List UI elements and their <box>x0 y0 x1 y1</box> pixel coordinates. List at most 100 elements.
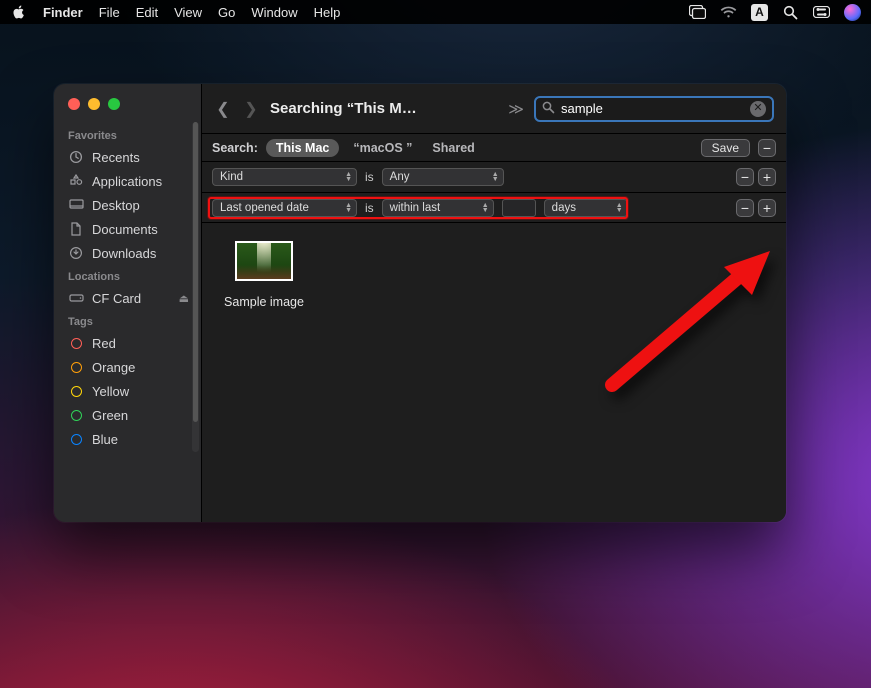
criteria-row: Last opened date ▲▼ is within last ▲▼ da… <box>202 192 786 222</box>
search-icon <box>542 101 555 117</box>
apple-menu[interactable] <box>10 4 27 21</box>
criteria-row: Kind ▲▼ is Any ▲▼ − + <box>202 162 786 192</box>
criteria-number-input[interactable] <box>502 199 536 217</box>
file-thumbnail <box>235 241 293 281</box>
sidebar-tag-green[interactable]: Green <box>54 403 199 427</box>
downloads-icon <box>68 245 84 261</box>
tag-dot-icon <box>68 359 84 375</box>
chevron-updown-icon: ▲▼ <box>616 203 623 213</box>
sidebar-item-label: Recents <box>92 150 140 165</box>
add-criteria-button[interactable]: + <box>758 199 776 217</box>
popup-value: Any <box>390 171 410 183</box>
menu-edit[interactable]: Edit <box>136 5 158 20</box>
menu-file[interactable]: File <box>99 5 120 20</box>
sidebar-scrollbar[interactable] <box>192 122 199 452</box>
eject-icon[interactable]: ⏏ <box>179 292 189 305</box>
siri-icon[interactable] <box>844 4 861 21</box>
zoom-button[interactable] <box>108 98 120 110</box>
criteria-attr-popup[interactable]: Kind ▲▼ <box>212 168 357 186</box>
menu-help[interactable]: Help <box>314 5 341 20</box>
sidebar: Favorites Recents Applications Desktop D… <box>54 84 202 522</box>
criteria-value-popup[interactable]: within last ▲▼ <box>382 199 494 217</box>
sidebar-tag-blue[interactable]: Blue <box>54 427 199 451</box>
popup-value: days <box>552 202 576 214</box>
sidebar-item-documents[interactable]: Documents <box>54 217 199 241</box>
sidebar-item-recents[interactable]: Recents <box>54 145 199 169</box>
chevron-updown-icon: ▲▼ <box>345 172 352 182</box>
criteria-attr-popup[interactable]: Last opened date ▲▼ <box>212 199 357 217</box>
minimize-button[interactable] <box>88 98 100 110</box>
nav-back-button[interactable]: ❮ <box>214 99 232 119</box>
apps-icon <box>68 173 84 189</box>
remove-criteria-button[interactable]: − <box>736 168 754 186</box>
sidebar-item-label: Downloads <box>92 246 156 261</box>
toolbar-overflow-button[interactable]: ≫ <box>508 100 524 118</box>
add-criteria-button[interactable]: + <box>758 168 776 186</box>
tag-dot-icon <box>68 407 84 423</box>
criteria-value-popup[interactable]: Any ▲▼ <box>382 168 504 186</box>
sidebar-heading-tags: Tags <box>54 310 199 331</box>
sidebar-item-label: Applications <box>92 174 162 189</box>
sidebar-tag-red[interactable]: Red <box>54 331 199 355</box>
sidebar-item-label: Red <box>92 336 116 351</box>
sidebar-tag-orange[interactable]: Orange <box>54 355 199 379</box>
clock-icon <box>68 149 84 165</box>
criteria-op: is <box>365 201 374 215</box>
tag-dot-icon <box>68 335 84 351</box>
spotlight-icon[interactable] <box>782 4 799 21</box>
wifi-icon[interactable] <box>720 4 737 21</box>
menu-window[interactable]: Window <box>251 5 297 20</box>
save-search-button[interactable]: Save <box>701 139 750 157</box>
doc-icon <box>68 221 84 237</box>
chevron-updown-icon: ▲▼ <box>492 172 499 182</box>
screen-mirroring-icon[interactable] <box>689 4 706 21</box>
search-input[interactable] <box>561 101 744 116</box>
remove-criteria-button[interactable]: − <box>736 199 754 217</box>
input-source-icon[interactable]: A <box>751 4 768 21</box>
sidebar-item-applications[interactable]: Applications <box>54 169 199 193</box>
window-title: Searching “This M… <box>270 100 417 117</box>
scope-current-dir[interactable]: “macOS ” <box>347 139 418 157</box>
file-name: Sample image <box>216 295 312 309</box>
scope-this-mac[interactable]: This Mac <box>266 139 340 157</box>
menu-go[interactable]: Go <box>218 5 235 20</box>
criteria-unit-popup[interactable]: days ▲▼ <box>544 199 628 217</box>
chevron-updown-icon: ▲▼ <box>345 203 352 213</box>
content-area: ❮ ❯ Searching “This M… ≫ ✕ Search: This … <box>202 84 786 522</box>
sidebar-item-downloads[interactable]: Downloads <box>54 241 199 265</box>
close-button[interactable] <box>68 98 80 110</box>
sidebar-heading-favorites: Favorites <box>54 124 199 145</box>
drive-icon <box>68 290 84 306</box>
chevron-updown-icon: ▲▼ <box>482 203 489 213</box>
sidebar-item-cfcard[interactable]: CF Card ⏏ <box>54 286 199 310</box>
sidebar-item-label: Blue <box>92 432 118 447</box>
search-field[interactable]: ✕ <box>534 96 774 122</box>
scope-shared[interactable]: Shared <box>426 139 480 157</box>
scope-label: Search: <box>212 141 258 155</box>
window-controls <box>54 94 199 124</box>
tag-dot-icon <box>68 383 84 399</box>
sidebar-item-label: Orange <box>92 360 135 375</box>
popup-value: Last opened date <box>220 202 309 214</box>
finder-window: Favorites Recents Applications Desktop D… <box>54 84 786 522</box>
popup-value: within last <box>390 202 441 214</box>
sidebar-item-desktop[interactable]: Desktop <box>54 193 199 217</box>
sidebar-item-label: CF Card <box>92 291 141 306</box>
nav-forward-button[interactable]: ❯ <box>242 99 260 119</box>
sidebar-heading-locations: Locations <box>54 265 199 286</box>
menu-view[interactable]: View <box>174 5 202 20</box>
sidebar-item-label: Desktop <box>92 198 140 213</box>
remove-scope-button[interactable]: − <box>758 139 776 157</box>
toolbar: ❮ ❯ Searching “This M… ≫ ✕ <box>202 84 786 134</box>
app-name[interactable]: Finder <box>43 5 83 20</box>
sidebar-item-label: Green <box>92 408 128 423</box>
control-center-icon[interactable] <box>813 4 830 21</box>
clear-search-button[interactable]: ✕ <box>750 101 766 117</box>
sidebar-item-label: Documents <box>92 222 158 237</box>
sidebar-item-label: Yellow <box>92 384 129 399</box>
scope-bar: Search: This Mac “macOS ” Shared Save − <box>202 134 786 162</box>
popup-value: Kind <box>220 171 243 183</box>
desktop-icon <box>68 197 84 213</box>
sidebar-tag-yellow[interactable]: Yellow <box>54 379 199 403</box>
file-item[interactable]: Sample image <box>216 241 312 309</box>
